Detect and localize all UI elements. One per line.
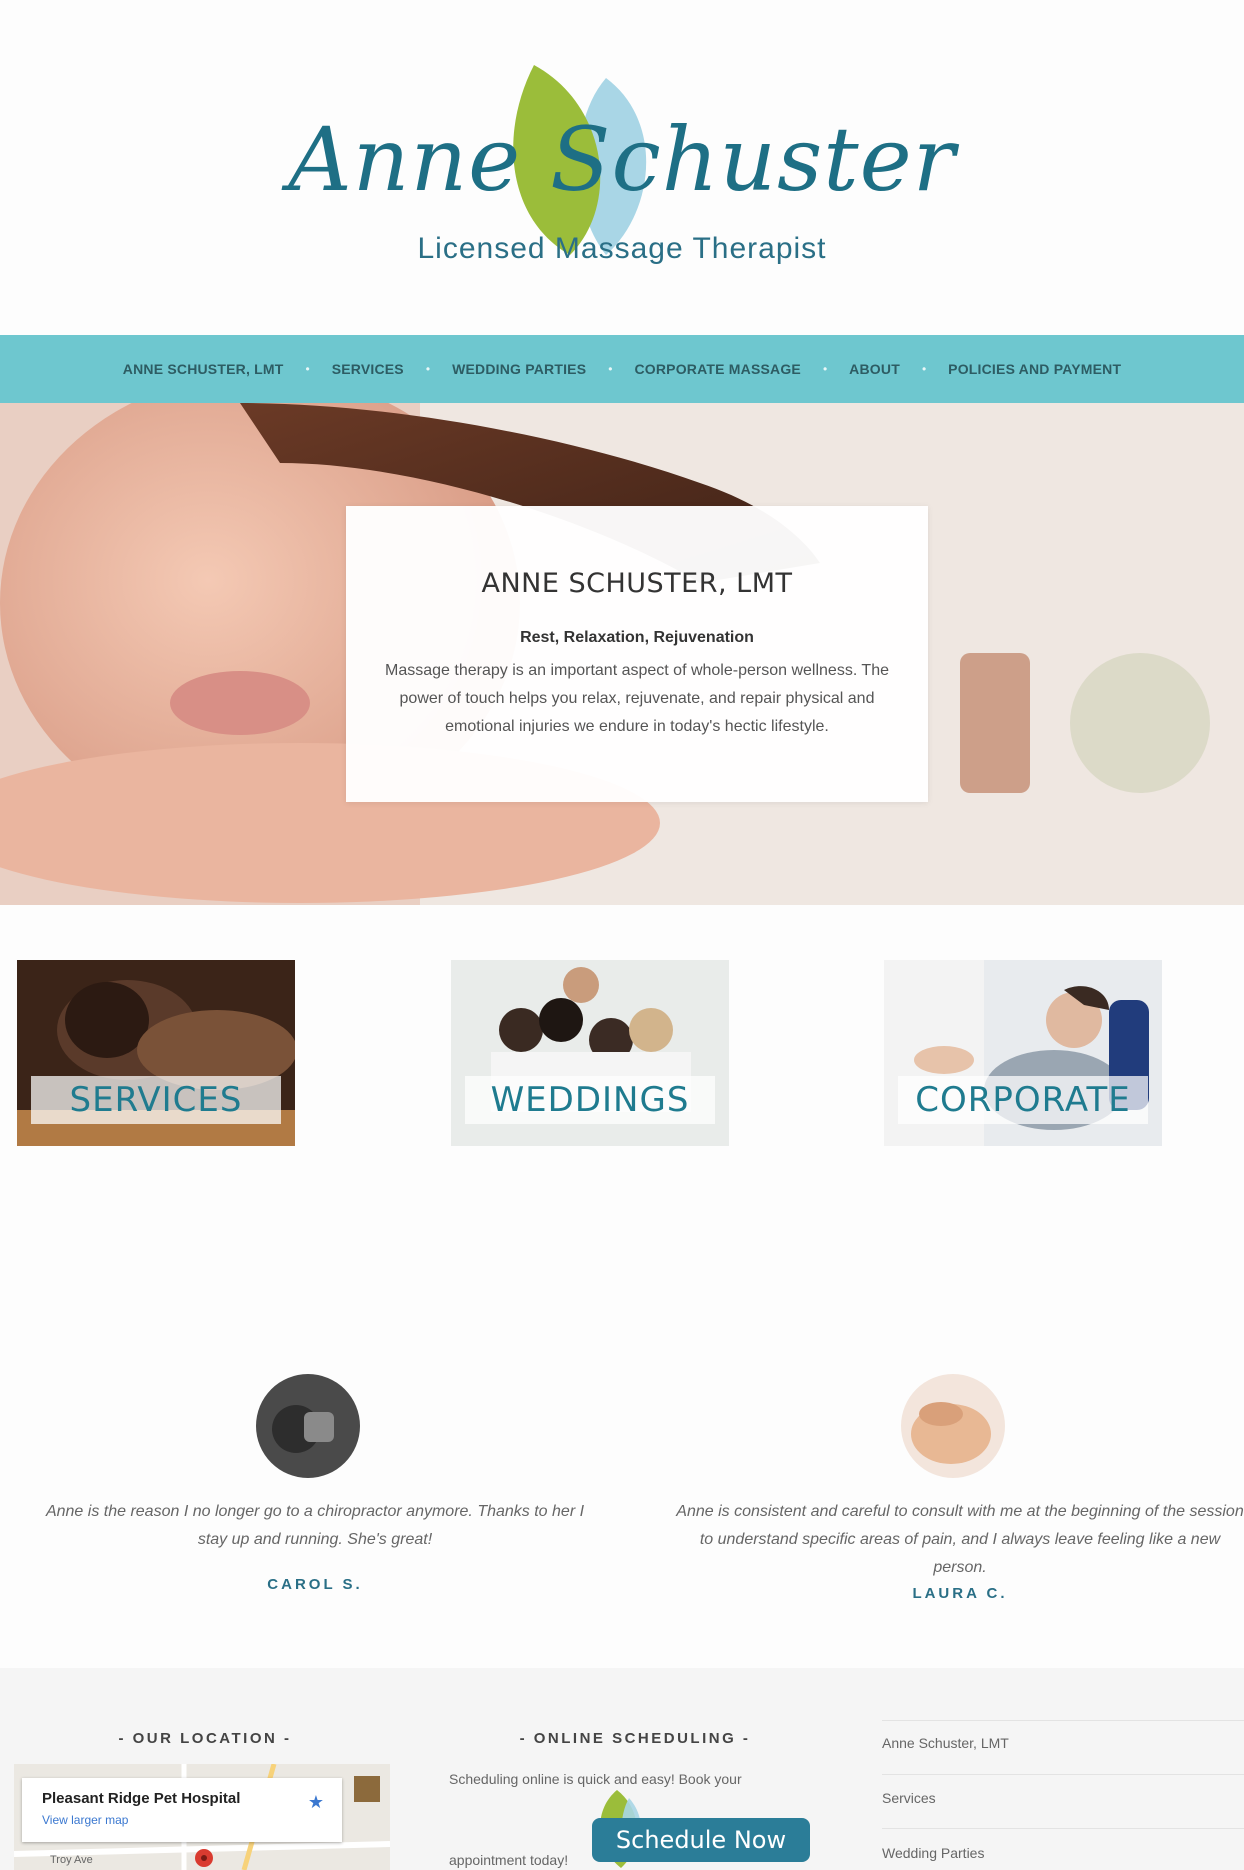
testimonial-card: Anne is consistent and careful to consul… bbox=[675, 1374, 1244, 1602]
divider bbox=[882, 1828, 1244, 1829]
footer-link-services[interactable]: Services bbox=[882, 1790, 1244, 1806]
star-icon[interactable]: ★ bbox=[308, 1792, 324, 1813]
location-heading: - OUR LOCATION - bbox=[118, 1730, 292, 1747]
footer-link-wedding-parties[interactable]: Wedding Parties bbox=[882, 1845, 1244, 1861]
scheduling-heading: - ONLINE SCHEDULING - bbox=[519, 1730, 751, 1747]
testimonial-name: CAROL S. bbox=[267, 1576, 363, 1593]
avatar bbox=[901, 1374, 1005, 1478]
tile-services-label: SERVICES bbox=[31, 1076, 281, 1124]
hero-banner: ANNE SCHUSTER, LMT Rest, Relaxation, Rej… bbox=[0, 403, 1244, 905]
nav-separator: • bbox=[305, 362, 310, 376]
scheduling-text-2: appointment today! bbox=[449, 1852, 569, 1868]
nav-item-services[interactable]: SERVICES bbox=[332, 361, 404, 377]
footer-link-home[interactable]: Anne Schuster, LMT bbox=[882, 1735, 1244, 1751]
divider bbox=[882, 1720, 1244, 1721]
map-thumbnail[interactable] bbox=[354, 1776, 380, 1802]
nav-item-wedding-parties[interactable]: WEDDING PARTIES bbox=[452, 361, 586, 377]
hero-card: ANNE SCHUSTER, LMT Rest, Relaxation, Rej… bbox=[346, 506, 928, 802]
nav-separator: • bbox=[921, 362, 927, 376]
site-header: Anne Schuster Licensed Massage Therapist bbox=[0, 0, 1244, 335]
nav-separator: • bbox=[608, 362, 613, 376]
map-info-card: Pleasant Ridge Pet Hospital View larger … bbox=[22, 1778, 342, 1842]
testimonial-quote: Anne is consistent and careful to consul… bbox=[676, 1503, 1244, 1576]
map-street-label: Troy Ave bbox=[50, 1854, 93, 1866]
hero-subtitle: Rest, Relaxation, Rejuvenation bbox=[520, 629, 754, 646]
testimonial-name: LAURA C. bbox=[912, 1585, 1008, 1602]
logo-subtitle: Licensed Massage Therapist bbox=[417, 232, 827, 265]
hero-text: Massage therapy is an important aspect o… bbox=[385, 662, 889, 735]
location-map[interactable]: Pleasant Ridge Pet Hospital View larger … bbox=[14, 1764, 390, 1870]
nav-separator: • bbox=[822, 362, 828, 376]
view-larger-map-link[interactable]: View larger map bbox=[42, 1813, 128, 1827]
testimonial-card: Anne is the reason I no longer go to a c… bbox=[30, 1374, 600, 1594]
map-place-name: Pleasant Ridge Pet Hospital bbox=[42, 1790, 241, 1807]
main-nav: ANNE SCHUSTER, LMT • SERVICES • WEDDING … bbox=[0, 335, 1244, 403]
scheduling-text: Scheduling online is quick and easy! Boo… bbox=[449, 1771, 742, 1787]
tile-weddings-label: WEDDINGS bbox=[465, 1076, 715, 1124]
nav-item-policies[interactable]: POLICIES AND PAYMENT bbox=[948, 361, 1121, 377]
tile-services[interactable]: SERVICES bbox=[17, 960, 295, 1146]
tile-weddings[interactable]: WEDDINGS bbox=[451, 960, 729, 1146]
divider bbox=[882, 1774, 1244, 1775]
nav-item-home[interactable]: ANNE SCHUSTER, LMT bbox=[123, 361, 284, 377]
logo-script-text[interactable]: Anne Schuster bbox=[0, 108, 1244, 211]
hero-title: ANNE SCHUSTER, LMT bbox=[481, 568, 793, 599]
schedule-now-button[interactable]: Schedule Now bbox=[592, 1818, 810, 1862]
nav-item-about[interactable]: ABOUT bbox=[849, 361, 900, 377]
tile-corporate[interactable]: CORPORATE bbox=[884, 960, 1162, 1146]
nav-separator: • bbox=[425, 362, 431, 376]
nav-item-corporate-massage[interactable]: CORPORATE MASSAGE bbox=[634, 361, 801, 377]
tile-corporate-label: CORPORATE bbox=[898, 1076, 1148, 1124]
testimonial-quote: Anne is the reason I no longer go to a c… bbox=[45, 1503, 585, 1548]
avatar bbox=[256, 1374, 360, 1478]
